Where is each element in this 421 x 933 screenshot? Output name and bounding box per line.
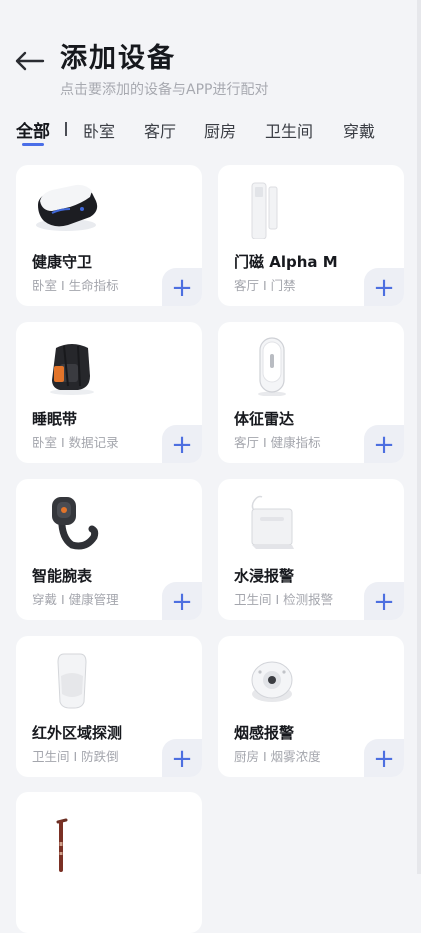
device-description: 卧室 I 数据记录 bbox=[32, 435, 119, 450]
device-card-door-sensor[interactable]: 门磁 Alpha M 客厅 I 门禁 + bbox=[218, 165, 404, 306]
device-name: 水浸报警 bbox=[234, 567, 295, 585]
page-title: 添加设备 bbox=[60, 43, 176, 74]
device-name: 红外区域探测 bbox=[32, 724, 123, 742]
plus-icon: + bbox=[171, 273, 193, 303]
back-button[interactable] bbox=[12, 44, 46, 78]
tab-bedroom[interactable]: 卧室 bbox=[83, 118, 115, 142]
device-card-vital-radar[interactable]: 体征雷达 客厅 I 健康指标 + bbox=[218, 322, 404, 463]
tab-bathroom[interactable]: 卫生间 bbox=[265, 118, 313, 142]
device-name: 智能腕表 bbox=[32, 567, 93, 585]
device-description: 卫生间 I 检测报警 bbox=[234, 592, 334, 607]
smart-watch-icon bbox=[30, 493, 112, 553]
device-name: 烟感报警 bbox=[234, 724, 295, 742]
page-header: 添加设备 点击要添加的设备与APP进行配对 bbox=[0, 0, 421, 110]
tab-kitchen[interactable]: 厨房 bbox=[204, 118, 236, 142]
device-card-smoke-alarm[interactable]: 烟感报警 厨房 I 烟雾浓度 + bbox=[218, 636, 404, 777]
walking-cane-icon bbox=[30, 806, 112, 872]
device-card-water-leak[interactable]: 水浸报警 卫生间 I 检测报警 + bbox=[218, 479, 404, 620]
device-card-walking-cane[interactable] bbox=[16, 792, 202, 933]
device-name: 睡眠带 bbox=[32, 410, 78, 428]
tab-living-room[interactable]: 客厅 bbox=[144, 118, 176, 142]
plus-icon: + bbox=[171, 430, 193, 460]
tab-divider bbox=[65, 122, 67, 136]
device-card-health-guard[interactable]: 健康守卫 卧室 I 生命指标 + bbox=[16, 165, 202, 306]
plus-icon: + bbox=[373, 273, 395, 303]
door-sensor-icon bbox=[232, 179, 314, 240]
tab-wearable[interactable]: 穿戴 bbox=[343, 118, 375, 142]
plus-icon: + bbox=[373, 430, 395, 460]
infrared-detector-icon bbox=[30, 650, 112, 710]
device-name: 门磁 Alpha M bbox=[234, 253, 338, 271]
arrow-left-icon bbox=[15, 51, 45, 71]
health-guard-device-icon bbox=[30, 179, 112, 239]
device-description: 客厅 I 健康指标 bbox=[234, 435, 321, 450]
add-device-button[interactable]: + bbox=[162, 268, 202, 306]
device-card-smart-watch[interactable]: 智能腕表 穿戴 I 健康管理 + bbox=[16, 479, 202, 620]
device-description: 穿戴 I 健康管理 bbox=[32, 592, 119, 607]
device-description: 卫生间 I 防跌倒 bbox=[32, 749, 119, 764]
water-leak-sensor-icon bbox=[232, 493, 314, 553]
device-description: 卧室 I 生命指标 bbox=[32, 278, 119, 293]
add-device-button[interactable]: + bbox=[162, 739, 202, 777]
add-device-button[interactable]: + bbox=[364, 425, 404, 463]
sleep-belt-icon bbox=[30, 336, 112, 396]
device-name: 健康守卫 bbox=[32, 253, 93, 271]
vital-radar-icon bbox=[232, 336, 314, 397]
device-card-infrared-detector[interactable]: 红外区域探测 卫生间 I 防跌倒 + bbox=[16, 636, 202, 777]
active-tab-indicator bbox=[22, 143, 44, 146]
device-name: 体征雷达 bbox=[234, 410, 295, 428]
plus-icon: + bbox=[373, 587, 395, 617]
plus-icon: + bbox=[171, 587, 193, 617]
add-device-button[interactable]: + bbox=[364, 739, 404, 777]
add-device-button[interactable]: + bbox=[162, 582, 202, 620]
add-device-button[interactable]: + bbox=[364, 582, 404, 620]
device-card-sleep-belt[interactable]: 睡眠带 卧室 I 数据记录 + bbox=[16, 322, 202, 463]
page-subtitle: 点击要添加的设备与APP进行配对 bbox=[60, 82, 269, 98]
add-device-button[interactable]: + bbox=[364, 268, 404, 306]
add-device-button[interactable]: + bbox=[162, 425, 202, 463]
device-description: 厨房 I 烟雾浓度 bbox=[234, 749, 321, 764]
category-tabs: 全部 卧室 客厅 厨房 卫生间 穿戴 bbox=[0, 114, 421, 150]
device-description: 客厅 I 门禁 bbox=[234, 278, 296, 293]
plus-icon: + bbox=[171, 744, 193, 774]
smoke-alarm-icon bbox=[232, 650, 314, 710]
plus-icon: + bbox=[373, 744, 395, 774]
tab-all[interactable]: 全部 bbox=[16, 117, 50, 142]
